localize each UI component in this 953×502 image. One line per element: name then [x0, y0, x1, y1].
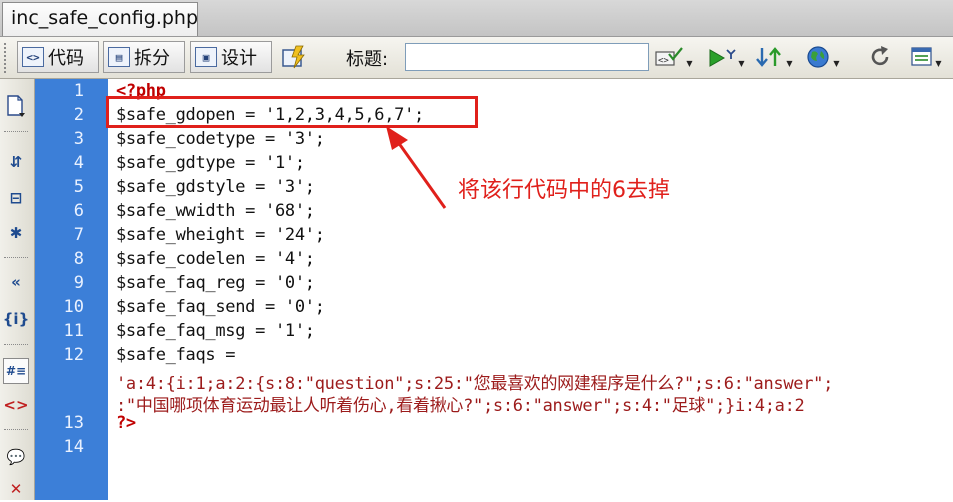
- annotation-arrow-icon: [386, 126, 447, 209]
- annotation-text: 将该行代码中的6去掉: [458, 178, 670, 203]
